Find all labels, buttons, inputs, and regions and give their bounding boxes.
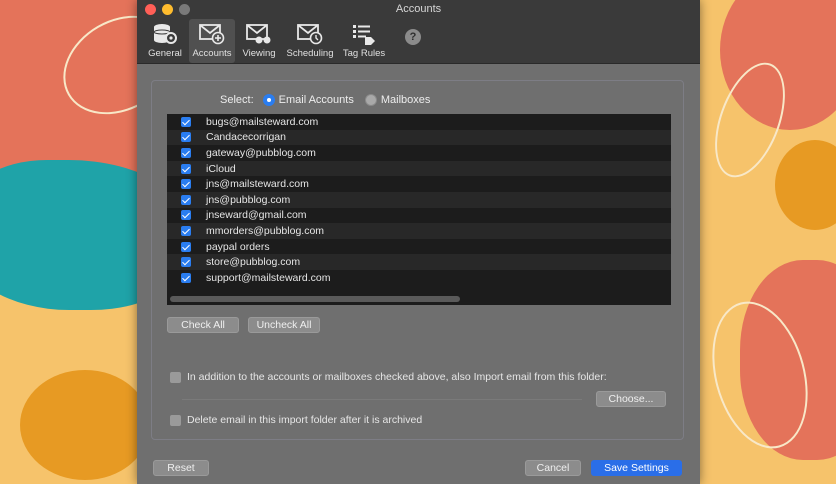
radio-unselected-indicator[interactable] — [364, 94, 377, 106]
uncheck-all-button[interactable]: Uncheck All — [248, 317, 320, 333]
tab-scheduling-label: Scheduling — [286, 48, 334, 59]
delete-after-checkbox[interactable] — [170, 414, 181, 426]
account-checkbox[interactable] — [181, 179, 191, 190]
account-name: Candacecorrigan — [206, 131, 286, 144]
mail-plus-icon — [199, 24, 225, 45]
account-row[interactable]: jnseward@gmail.com — [167, 208, 671, 224]
account-name: gateway@pubblog.com — [206, 146, 316, 159]
title-bar: Accounts — [137, 0, 700, 18]
account-row[interactable]: gateway@pubblog.com — [167, 145, 671, 161]
radio-email-accounts[interactable]: Email Accounts — [262, 94, 354, 106]
tab-accounts-label: Accounts — [192, 48, 232, 59]
account-checkbox[interactable] — [181, 225, 191, 236]
account-checkbox[interactable] — [181, 241, 191, 252]
account-checkbox[interactable] — [181, 163, 191, 174]
account-name: mmorders@pubblog.com — [206, 224, 325, 237]
reset-button[interactable]: Reset — [153, 460, 209, 476]
preferences-toolbar: General Accounts Viewing Scheduling Tag … — [137, 18, 700, 64]
account-checkbox[interactable] — [181, 147, 191, 158]
tab-general[interactable]: General — [142, 19, 188, 63]
accounts-list[interactable]: bugs@mailsteward.com Candacecorrigan gat… — [167, 114, 671, 305]
list-tag-icon — [353, 25, 375, 45]
tab-tag-rules[interactable]: Tag Rules — [338, 19, 390, 63]
account-name: store@pubblog.com — [206, 256, 301, 269]
horizontal-scrollbar[interactable] — [170, 296, 460, 302]
delete-after-option[interactable]: Delete email in this import folder after… — [170, 414, 422, 426]
radio-mailboxes[interactable]: Mailboxes — [364, 94, 431, 106]
save-settings-button[interactable]: Save Settings — [591, 460, 682, 476]
check-all-button[interactable]: Check All — [167, 317, 239, 333]
radio-mailboxes-label: Mailboxes — [380, 94, 431, 106]
account-checkbox[interactable] — [181, 257, 191, 268]
account-name: iCloud — [206, 162, 236, 175]
accounts-window: Accounts General Accounts Viewing Schedu… — [137, 0, 700, 484]
account-name: support@mailsteward.com — [206, 271, 331, 284]
delete-after-label: Delete email in this import folder after… — [187, 414, 423, 426]
window-title: Accounts — [395, 3, 442, 15]
account-row[interactable]: iCloud — [167, 160, 671, 177]
account-row[interactable]: mmorders@pubblog.com — [167, 223, 671, 239]
gear-database-icon — [153, 24, 177, 44]
select-label: Select: — [220, 94, 254, 106]
radio-email-accounts-label: Email Accounts — [278, 94, 354, 106]
account-row[interactable]: bugs@mailsteward.com — [167, 114, 671, 130]
tab-viewing-label: Viewing — [242, 48, 276, 59]
account-checkbox[interactable] — [181, 210, 191, 221]
account-checkbox[interactable] — [181, 194, 191, 205]
cancel-button[interactable]: Cancel — [525, 460, 581, 476]
select-source-row: Select: Email Accounts Mailboxes — [220, 94, 441, 106]
account-name: jnseward@gmail.com — [206, 209, 307, 222]
account-row[interactable]: jns@mailsteward.com — [167, 176, 671, 192]
help-button[interactable]: ? — [405, 29, 421, 45]
account-name: bugs@mailsteward.com — [206, 115, 319, 128]
tab-tag-rules-label: Tag Rules — [342, 48, 386, 59]
tab-general-label: General — [148, 48, 182, 59]
account-name: jns@pubblog.com — [206, 193, 291, 206]
import-folder-label: In addition to the accounts or mailboxes… — [187, 371, 607, 383]
account-row[interactable]: Candacecorrigan — [167, 129, 671, 146]
choose-folder-button[interactable]: Choose... — [596, 391, 666, 407]
import-folder-checkbox[interactable] — [170, 371, 181, 383]
radio-selected-indicator[interactable] — [262, 94, 275, 106]
tab-accounts[interactable]: Accounts — [189, 19, 235, 63]
account-checkbox[interactable] — [181, 272, 191, 283]
account-row[interactable]: jns@pubblog.com — [167, 191, 671, 208]
accounts-panel: Select: Email Accounts Mailboxes bugs@ma… — [151, 80, 684, 440]
tab-scheduling[interactable]: Scheduling — [283, 19, 337, 63]
account-row[interactable]: support@mailsteward.com — [167, 270, 671, 286]
account-name: jns@mailsteward.com — [206, 178, 309, 191]
account-name: paypal orders — [206, 240, 270, 253]
import-folder-option[interactable]: In addition to the accounts or mailboxes… — [170, 371, 607, 383]
import-folder-path — [182, 399, 582, 400]
account-checkbox[interactable] — [181, 132, 191, 143]
tab-viewing[interactable]: Viewing — [236, 19, 282, 63]
mail-binoculars-icon — [246, 24, 271, 44]
account-row[interactable]: paypal orders — [167, 239, 671, 255]
account-checkbox[interactable] — [181, 116, 191, 127]
account-row[interactable]: store@pubblog.com — [167, 254, 671, 270]
mail-clock-icon — [297, 24, 323, 45]
